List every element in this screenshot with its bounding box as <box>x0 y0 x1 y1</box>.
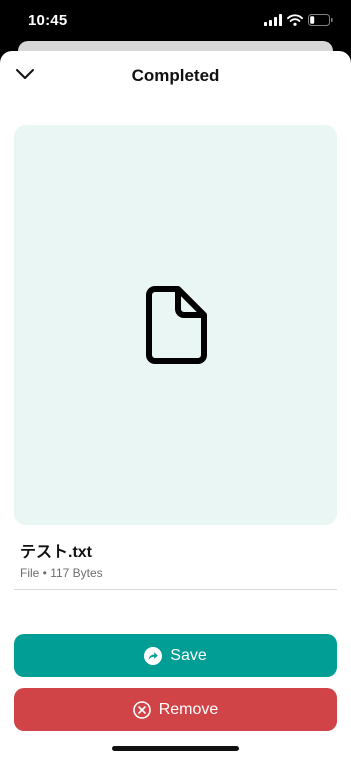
cellular-signal-icon <box>264 14 282 26</box>
remove-button[interactable]: Remove <box>14 688 337 731</box>
remove-label: Remove <box>158 700 219 718</box>
battery-icon <box>308 14 333 26</box>
save-button[interactable]: Save <box>14 634 337 677</box>
file-name: テスト.txt <box>20 544 93 561</box>
sheet-header: Completed <box>0 51 351 103</box>
share-forward-icon <box>144 646 163 665</box>
wifi-icon <box>287 14 303 26</box>
status-bar: 10:45 <box>0 0 351 44</box>
sheet-title: Completed <box>131 66 220 85</box>
file-preview <box>14 125 337 525</box>
status-time: 10:45 <box>28 12 68 29</box>
close-circle-icon <box>132 700 151 719</box>
home-indicator <box>112 746 239 751</box>
divider <box>14 589 337 590</box>
status-icons <box>264 14 333 26</box>
document-icon <box>144 285 208 365</box>
completed-sheet: Completed テスト.txt File • 117 Bytes Save <box>0 51 351 760</box>
file-meta: File • 117 Bytes <box>20 566 103 580</box>
save-label: Save <box>170 646 207 664</box>
